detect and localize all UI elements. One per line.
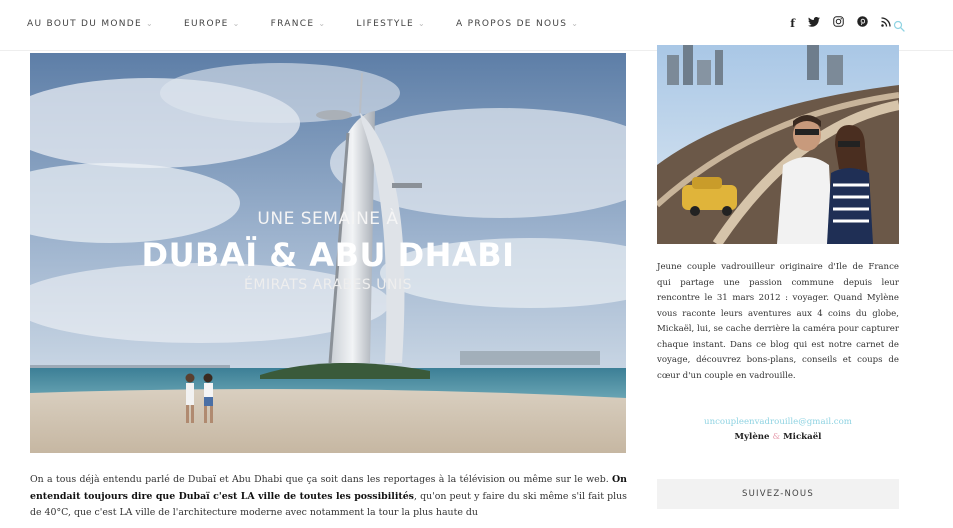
about-text: Jeune couple vadrouilleur originaire d'I… [657, 262, 899, 381]
instagram-icon[interactable] [833, 16, 844, 30]
chevron-down-icon: ⌄ [571, 19, 580, 28]
contact-email-link[interactable]: uncoupleenvadrouille@gmail.com [657, 417, 899, 427]
brooklyn-bridge-selfie [657, 45, 899, 244]
follow-us-widget-title: SUIVEZ-NOUS [657, 479, 899, 509]
social-links: f [790, 16, 891, 30]
menu-item-au-bout-du-monde[interactable]: AU BOUT DU MONDE ⌄ [27, 19, 154, 29]
twitter-icon[interactable] [808, 16, 820, 30]
menu-item-label: A PROPOS DE NOUS [456, 19, 568, 29]
author-name: Mickaël [783, 432, 822, 442]
chevron-down-icon: ⌄ [232, 19, 241, 28]
menu-item-france[interactable]: FRANCE ⌄ [271, 19, 327, 29]
chevron-down-icon: ⌄ [417, 19, 426, 28]
chevron-down-icon: ⌄ [318, 19, 327, 28]
main-menu: AU BOUT DU MONDE ⌄ EUROPE ⌄ FRANCE ⌄ LIFEST… [27, 19, 609, 29]
author-names: Mylène & Mickaël [657, 432, 899, 442]
featured-post-image[interactable]: UNE SEMAINE À DUBAÏ & ABU DHABI ÉMIRATS … [30, 53, 626, 453]
hero-subtitle: ÉMIRATS ARABES UNIS [244, 277, 412, 293]
menu-item-europe[interactable]: EUROPE ⌄ [184, 19, 241, 29]
rss-icon[interactable] [881, 16, 891, 30]
menu-item-a-propos[interactable]: A PROPOS DE NOUS ⌄ [456, 19, 579, 29]
about-couple-photo [657, 45, 899, 244]
post-title[interactable]: DUBAÏ & ABU DHABI [30, 236, 626, 274]
search-icon[interactable] [893, 17, 905, 32]
top-navigation: AU BOUT DU MONDE ⌄ EUROPE ⌄ FRANCE ⌄ LIFEST… [0, 0, 953, 51]
chevron-down-icon: ⌄ [146, 19, 155, 28]
author-name: Mylène [734, 432, 770, 442]
hero-overlay: UNE SEMAINE À DUBAÏ & ABU DHABI ÉMIRATS … [30, 53, 626, 453]
hero-kicker: UNE SEMAINE À [257, 209, 399, 229]
ampersand: & [772, 432, 781, 442]
menu-item-label: LIFESTYLE [356, 19, 414, 29]
menu-item-label: FRANCE [270, 19, 315, 29]
menu-item-lifestyle[interactable]: LIFESTYLE ⌄ [356, 19, 426, 29]
facebook-icon[interactable]: f [790, 17, 795, 30]
menu-item-label: AU BOUT DU MONDE [27, 19, 143, 29]
excerpt-text: On a tous déjà entendu parlé de Dubaï et… [30, 474, 613, 485]
pinterest-icon[interactable] [857, 16, 868, 30]
post-excerpt: On a tous déjà entendu parlé de Dubaï et… [30, 472, 627, 522]
menu-item-label: EUROPE [184, 19, 229, 29]
